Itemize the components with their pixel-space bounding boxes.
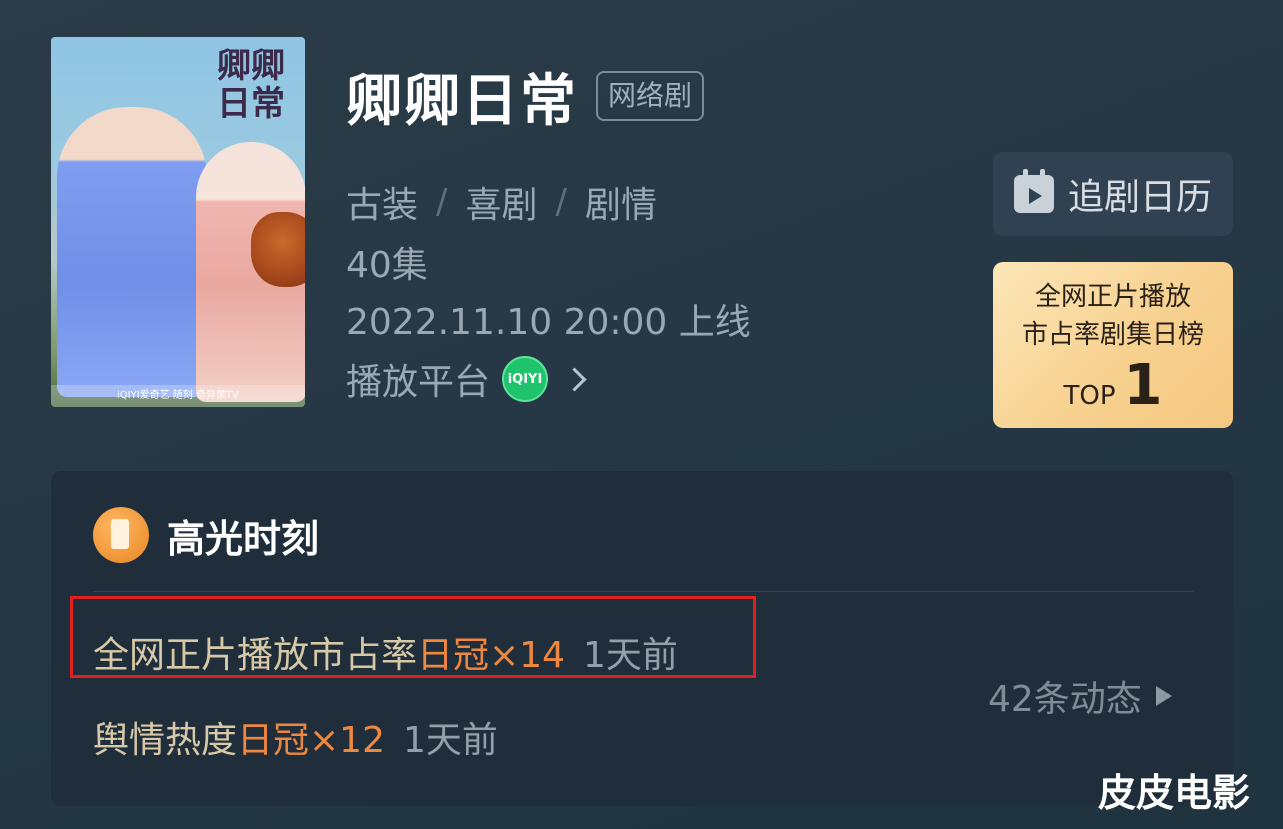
highlights-title: 高光时刻 bbox=[167, 516, 320, 561]
drama-title-row: 卿卿日常 网络剧 bbox=[346, 58, 705, 134]
follow-calendar-label: 追剧日历 bbox=[1067, 177, 1212, 218]
platform-link[interactable]: 播放平台 iQIYI bbox=[346, 353, 587, 405]
poster-hen bbox=[251, 212, 305, 287]
chevron-right-icon bbox=[562, 366, 587, 392]
play-arrow-icon bbox=[1155, 686, 1172, 706]
genre-item: 剧情 bbox=[584, 185, 657, 226]
divider bbox=[93, 591, 1193, 592]
rank-top: TOP 1 bbox=[993, 358, 1233, 414]
rank-line-1: 全网正片播放 bbox=[1034, 282, 1191, 312]
drama-type-tag: 网络剧 bbox=[596, 71, 705, 121]
genre-list: 古装 / 喜剧 / 剧情 bbox=[346, 176, 657, 228]
iqiyi-icon[interactable]: iQIYI bbox=[502, 356, 549, 402]
platform-label: 播放平台 bbox=[346, 362, 491, 403]
genre-item: 古装 bbox=[346, 185, 419, 226]
updates-label: 42条动态 bbox=[988, 679, 1142, 720]
rank-badge-card[interactable]: 全网正片播放 市占率剧集日榜 TOP 1 bbox=[993, 262, 1233, 428]
rank-top-number: 1 bbox=[1123, 353, 1163, 418]
genre-separator: / bbox=[555, 182, 567, 222]
poster-title-art: 卿卿 日常 bbox=[217, 46, 285, 124]
highlight-item[interactable]: 舆情热度 日冠×12 1天前 bbox=[93, 711, 498, 763]
genre-item: 喜剧 bbox=[465, 185, 538, 226]
highlight-time: 1天前 bbox=[403, 720, 498, 761]
calendar-play-icon bbox=[1013, 169, 1054, 213]
follow-calendar-button[interactable]: 追剧日历 bbox=[993, 152, 1233, 236]
poster-platform-logos: iQIYI爱奇艺 随刻 奇异果TV bbox=[51, 385, 305, 407]
drama-title: 卿卿日常 bbox=[346, 68, 578, 134]
rank-top-label: TOP bbox=[1063, 381, 1116, 411]
highlights-header: 高光时刻 bbox=[93, 507, 319, 563]
poster-male-lead bbox=[57, 107, 207, 397]
highlight-text: 舆情热度 bbox=[93, 720, 238, 761]
release-time: 2022.11.10 20:00 上线 bbox=[346, 302, 751, 343]
drama-poster[interactable]: 卿卿 日常 iQIYI爱奇艺 随刻 奇异果TV bbox=[51, 37, 305, 407]
updates-link[interactable]: 42条动态 bbox=[988, 670, 1172, 722]
rank-line-2: 市占率剧集日榜 bbox=[1021, 320, 1204, 350]
lighthouse-icon bbox=[93, 507, 149, 563]
watermark: 皮皮电影 bbox=[1098, 771, 1251, 815]
episode-count: 40集 bbox=[346, 245, 428, 286]
genre-separator: / bbox=[436, 182, 448, 222]
annotation-highlight-box bbox=[70, 596, 756, 678]
highlight-accent: 日冠×12 bbox=[237, 720, 385, 761]
